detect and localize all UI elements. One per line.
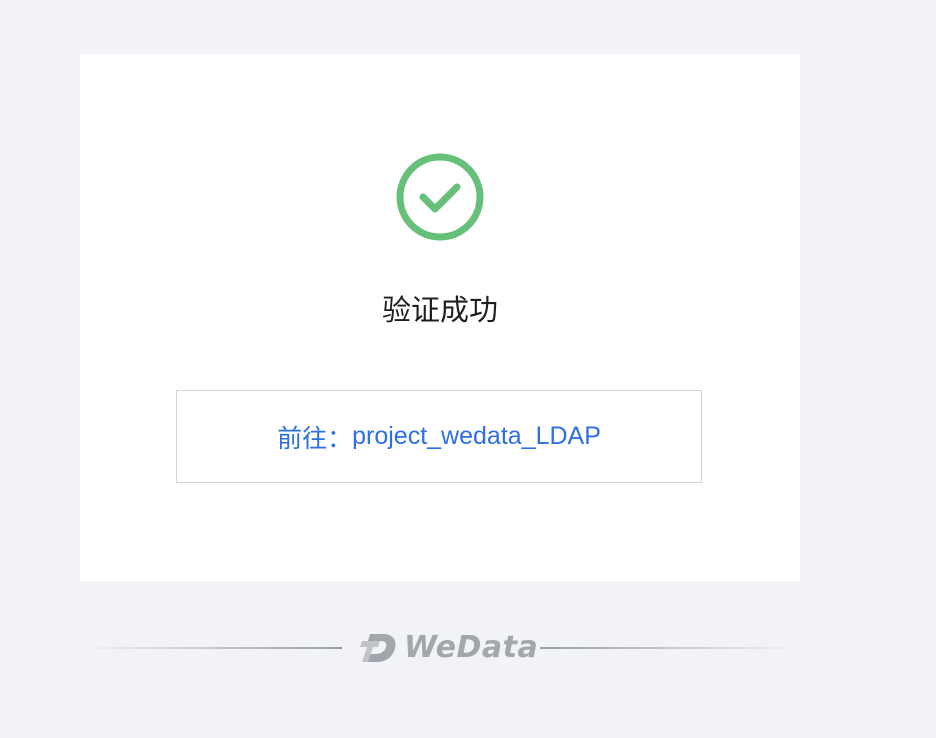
wedata-logo-icon bbox=[360, 634, 396, 662]
goto-label: 前往： bbox=[277, 423, 353, 453]
footer-brand: WeData bbox=[80, 626, 800, 670]
footer-divider-right bbox=[540, 647, 800, 649]
check-circle-icon bbox=[396, 153, 484, 241]
footer-divider-left bbox=[80, 647, 342, 649]
verification-card: 验证成功 前往： project_wedata_LDAP bbox=[80, 54, 800, 581]
status-title: 验证成功 bbox=[381, 293, 498, 327]
project-link[interactable]: project_wedata_LDAP bbox=[352, 422, 601, 451]
goto-project-button[interactable]: 前往： project_wedata_LDAP bbox=[176, 390, 702, 483]
brand-name: WeData bbox=[404, 630, 539, 665]
